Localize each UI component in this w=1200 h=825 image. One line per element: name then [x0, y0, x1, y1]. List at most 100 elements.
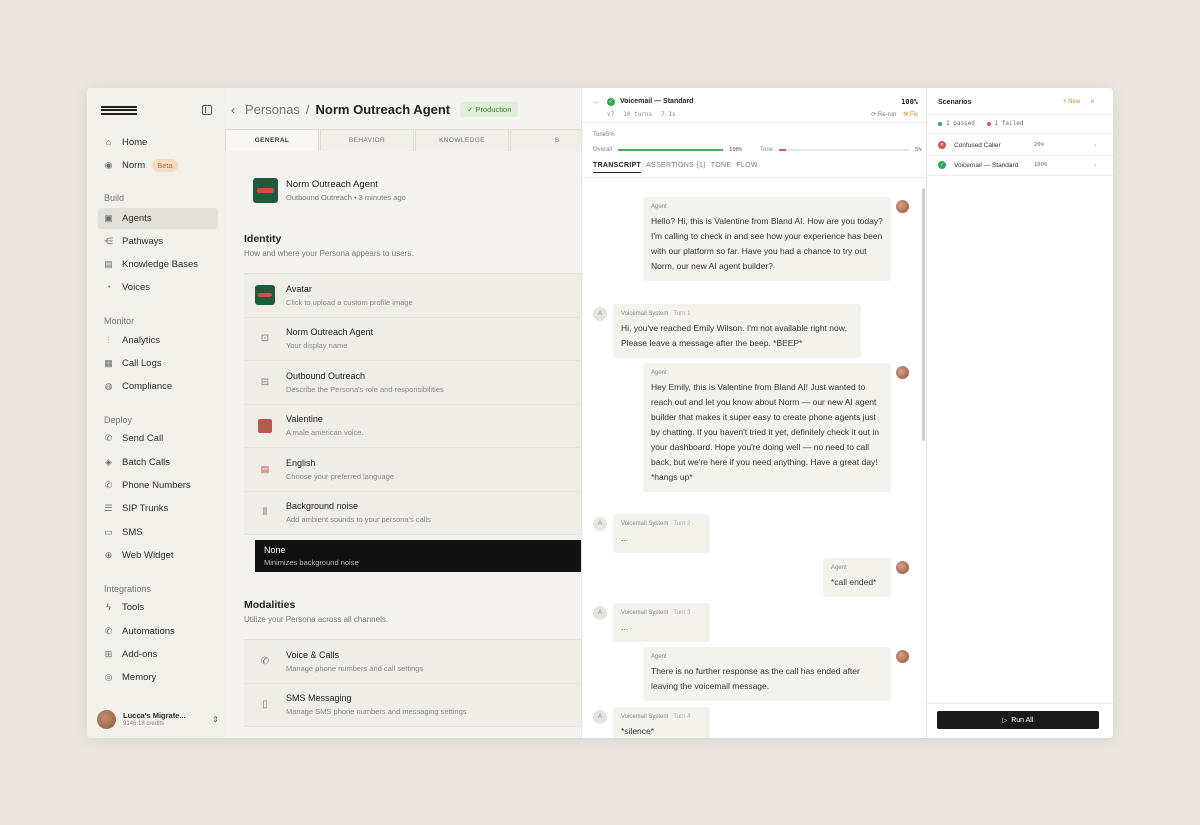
scenario-item[interactable]: ✕ Confused Caller 20% ›: [938, 138, 1103, 152]
waveform-icon: ⫴: [262, 507, 268, 519]
status-badge[interactable]: ✓ Production: [460, 102, 519, 117]
rerun-button[interactable]: ⟳ Re-run: [871, 112, 896, 118]
sidebar-item-pathways[interactable]: ⋲ Pathways: [98, 231, 218, 252]
sidebar-item-call-logs[interactable]: ▦ Call Logs: [98, 353, 218, 374]
agent-logo: [253, 178, 278, 203]
page-title: Norm Outreach Agent: [315, 102, 451, 117]
sidebar-item-sms[interactable]: ▭ SMS: [98, 522, 218, 543]
norm-icon: ◉: [104, 160, 113, 170]
sidebar-item-phone-numbers[interactable]: ✆ Phone Numbers: [98, 475, 218, 496]
sidebar-item-add-ons[interactable]: ⊞ Add-ons: [98, 644, 218, 665]
identity-row-display-name[interactable]: ⊡ Norm Outreach Agent Your display name: [244, 317, 581, 361]
tab-assertions[interactable]: ASSERTIONS (1): [646, 162, 706, 173]
sidebar-item-tools[interactable]: ϟ Tools: [98, 597, 218, 618]
overall-score-bar: Overall 100%: [593, 147, 743, 153]
brand-logo[interactable]: [101, 106, 139, 115]
identity-title: Identity: [244, 233, 282, 245]
voice-avatar-icon: [258, 418, 272, 433]
message-voicemail: Voicemail System Turn 3 ...: [613, 603, 710, 642]
avatar-preview-icon: [255, 285, 275, 306]
sidebar-item-compliance[interactable]: ◍ Compliance: [98, 376, 218, 397]
tab-flow[interactable]: FLOW: [736, 162, 757, 173]
background-noise-dropdown[interactable]: None Minimizes background noise: [255, 540, 581, 572]
breadcrumb-personas[interactable]: Personas: [245, 102, 300, 117]
sidebar-collapse-icon[interactable]: [202, 105, 212, 115]
identity-row-language[interactable]: ▤ English Choose your preferred language: [244, 448, 581, 492]
identity-row-role[interactable]: ⊟ Outbound Outreach Describe the Persona'…: [244, 361, 581, 405]
tab-transcript[interactable]: TRANSCRIPT: [593, 162, 642, 173]
editor-tabs: GENERAL BEHAVIOR KNOWLEDGE S: [225, 129, 581, 151]
sidebar-item-automations[interactable]: ✆ Automations: [98, 621, 218, 642]
knowledge-icon: ▤: [104, 259, 113, 269]
tab-tone[interactable]: TONE: [711, 162, 732, 173]
overall-fill: [618, 149, 724, 151]
divider: [927, 703, 1113, 704]
new-scenario-button[interactable]: + New: [1063, 99, 1080, 105]
overall-track: [618, 149, 724, 151]
pathways-icon: ⋲: [104, 236, 113, 246]
tab-general[interactable]: GENERAL: [225, 129, 319, 151]
sidebar-item-agents[interactable]: ▣ Agents: [98, 208, 218, 229]
sidebar-item-web-widget[interactable]: ⊕ Web Widget: [98, 545, 218, 566]
sidebar-item-memory[interactable]: ◎ Memory: [98, 667, 218, 688]
check-circle-icon: ✓: [607, 98, 615, 106]
identity-row-avatar[interactable]: Avatar Click to upload a custom profile i…: [244, 274, 581, 318]
sidebar-item-knowledge-bases[interactable]: ▤ Knowledge Bases: [98, 254, 218, 275]
divider: [582, 177, 926, 178]
user-account-switcher[interactable]: Lucca's Migrate... 9146.18 credits ⇕: [97, 708, 219, 730]
tab-knowledge[interactable]: KNOWLEDGE: [415, 129, 509, 151]
message-agent: Agent *call ended*: [823, 558, 891, 597]
batch-icon: ◈: [105, 457, 112, 467]
divider: [927, 155, 1113, 156]
modality-row-sms[interactable]: ▯ SMS Messaging Manage SMS phone numbers …: [244, 683, 581, 727]
identity-rows: Avatar Click to upload a custom profile i…: [244, 273, 581, 535]
sidebar: ⌂ Home ◉ Norm Beta Build ▣ Agents ⋲ Path…: [87, 88, 225, 738]
chevron-updown-icon: ⇕: [212, 714, 219, 724]
modalities-description: Utilize your Persona across all channels…: [244, 615, 389, 624]
modality-rows: ✆ Voice & Calls Manage phone numbers and …: [244, 639, 581, 727]
sidebar-item-home[interactable]: ⌂ Home: [98, 132, 218, 153]
tab-more[interactable]: S: [510, 129, 581, 151]
back-arrow-icon[interactable]: ‹: [231, 103, 235, 117]
mobile-icon: ▯: [262, 699, 268, 711]
sidebar-item-voices[interactable]: ◔ Voices: [98, 277, 218, 298]
agent-name: Norm Outreach Agent: [286, 179, 378, 190]
sidebar-item-analytics[interactable]: ⫶ Analytics: [98, 330, 218, 351]
tone-track: [779, 149, 910, 151]
us-flag-icon: ▤: [260, 463, 270, 474]
voicemail-avatar: A: [593, 307, 607, 321]
fix-button[interactable]: ⚒ Fix: [903, 112, 918, 118]
phone-icon: ✆: [104, 433, 113, 443]
phone-icon: ✆: [260, 655, 270, 667]
sidebar-item-sip-trunks[interactable]: ☰ SIP Trunks: [98, 498, 218, 519]
identity-description: How and where your Persona appears to us…: [244, 249, 414, 258]
home-icon: ⌂: [105, 137, 112, 147]
sidebar-item-send-call[interactable]: ✆ Send Call: [98, 428, 218, 449]
pass-icon: ✓: [938, 161, 946, 169]
compliance-icon: ◍: [104, 381, 113, 391]
run-all-button[interactable]: ▷ Run All: [937, 711, 1099, 729]
sidebar-item-norm[interactable]: ◉ Norm Beta: [98, 155, 218, 176]
identity-row-background-noise[interactable]: ⫴ Background noise Add ambient sounds to …: [244, 491, 581, 535]
modality-row-voice[interactable]: ✆ Voice & Calls Manage phone numbers and …: [244, 640, 581, 684]
message-agent: Agent Hey Emily, this is Valentine from …: [643, 363, 891, 492]
back-arrow-icon[interactable]: ←: [593, 97, 601, 106]
tone-score-bar: Tone 5%: [760, 147, 922, 153]
divider: [927, 114, 1113, 115]
divider: [927, 175, 1113, 176]
dropdown-option-label[interactable]: None: [264, 545, 576, 555]
scenario-item[interactable]: ✓ Voicemail — Standard 100% ›: [938, 158, 1103, 172]
transcript-scrollbar[interactable]: [922, 188, 925, 441]
tab-behavior[interactable]: BEHAVIOR: [320, 129, 414, 151]
close-icon[interactable]: ×: [1090, 97, 1095, 106]
addons-icon: ⊞: [104, 649, 113, 659]
sip-icon: ☰: [104, 503, 113, 513]
avatar: [97, 709, 116, 729]
agent-avatar: [896, 200, 909, 213]
identity-row-voice[interactable]: Valentine A male american voice.: [244, 404, 581, 448]
message-voicemail: Voicemail System Turn 2 ...: [613, 514, 710, 553]
breadcrumb: ‹ Personas / Norm Outreach Agent ✓ Produ…: [231, 102, 519, 117]
pass-dot-icon: [938, 121, 942, 126]
sidebar-item-batch-calls[interactable]: ◈ Batch Calls: [98, 452, 218, 473]
scenario-title: Voicemail — Standard: [620, 98, 694, 105]
